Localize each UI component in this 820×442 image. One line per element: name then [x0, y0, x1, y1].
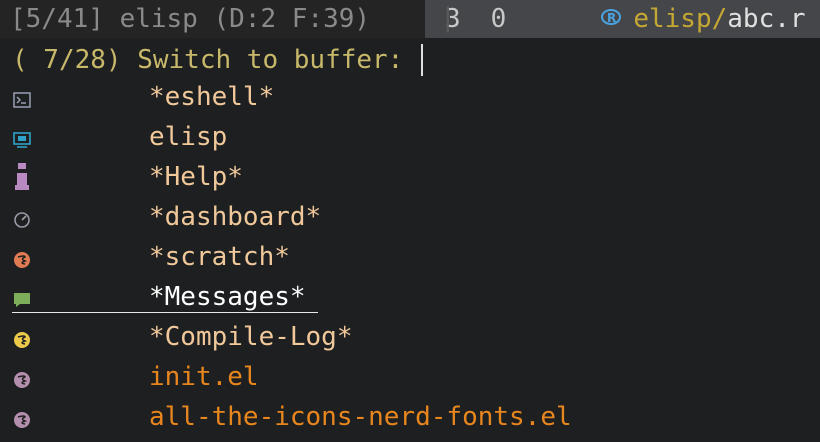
buffer-name: all-the-icons-nerd-fonts.el	[149, 402, 572, 432]
list-item[interactable]: *Compile-Log*	[0, 320, 820, 360]
status-text: [5/41] elisp (D:2 F:39)	[10, 4, 371, 34]
buffer-name: *Help*	[149, 162, 243, 192]
text-cursor	[421, 44, 423, 76]
buffer-name: init.el	[149, 362, 259, 392]
list-item[interactable]: all-the-icons-nerd-fonts.el	[0, 400, 820, 440]
header-bar: [5/41] elisp (D:2 F:39) | 3 0 R elisp/ab…	[0, 0, 820, 38]
buffer-name: *eshell*	[149, 82, 275, 112]
terminal-icon	[12, 90, 32, 110]
message-icon	[12, 290, 32, 310]
count-2: 0	[490, 4, 507, 34]
folder-icon	[12, 130, 32, 150]
list-item[interactable]: *dashboard*	[0, 200, 820, 240]
minibuffer-prompt[interactable]: ( 7/28) Switch to buffer:	[12, 44, 423, 76]
emacs-icon	[12, 370, 32, 390]
emacs-icon	[12, 410, 32, 430]
header-separator: |	[440, 3, 456, 33]
list-item[interactable]: *eshell*	[0, 80, 820, 120]
svg-text:R: R	[607, 11, 616, 25]
modeline-right: 3 0 R elisp/abc.r	[425, 0, 820, 38]
list-item-selected[interactable]: *Messages*	[0, 280, 820, 320]
dashboard-icon	[12, 210, 32, 230]
list-item[interactable]: *Help*	[0, 160, 820, 200]
buffer-name: *Messages*	[149, 282, 306, 312]
emacs-icon	[12, 330, 32, 350]
buffer-name: *scratch*	[149, 242, 290, 272]
list-item[interactable]: elisp	[0, 120, 820, 160]
list-item[interactable]: *scratch*	[0, 240, 820, 280]
list-item[interactable]: init.el	[0, 360, 820, 400]
buffer-name: *Compile-Log*	[149, 322, 353, 352]
prompt-text: ( 7/28) Switch to buffer:	[12, 45, 419, 75]
path-file: abc.r	[727, 4, 806, 34]
buffer-name: elisp	[149, 122, 228, 152]
buffer-name: *dashboard*	[149, 202, 322, 232]
buffer-list: *eshell* elisp *Help* *dashboard* *scrat…	[0, 80, 820, 440]
r-language-icon: R	[536, 0, 622, 52]
path-directory: elisp/	[633, 4, 728, 34]
selection-underline	[12, 312, 318, 313]
buffer-count-status: [5/41] elisp (D:2 F:39)	[0, 0, 425, 38]
info-icon	[12, 163, 32, 190]
emacs-icon	[12, 250, 32, 270]
